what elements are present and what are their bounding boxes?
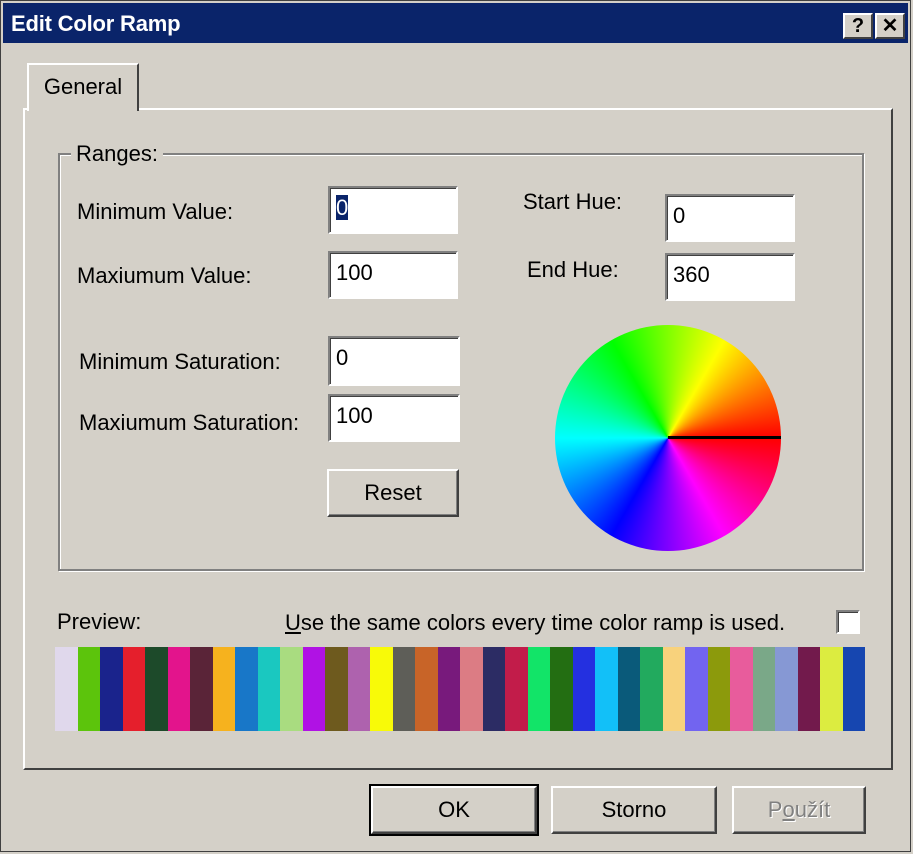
preview-swatch (595, 647, 618, 731)
ok-button[interactable]: OK (369, 784, 539, 836)
preview-swatch (257, 647, 280, 731)
apply-text-2: užít (794, 797, 831, 822)
preview-swatch (280, 647, 303, 731)
maximum-value-label: Maxiumum Value: (77, 263, 252, 288)
minimum-saturation-input[interactable]: 0 (328, 336, 460, 386)
preview-swatch (460, 647, 483, 731)
close-button[interactable]: ✕ (875, 13, 905, 39)
start-hue-input[interactable]: 0 (665, 194, 795, 242)
preview-swatch (662, 647, 685, 731)
maximum-value-input[interactable]: 100 (328, 251, 458, 299)
preview-label: Preview: (57, 609, 142, 634)
preview-swatch (235, 647, 258, 731)
preview-swatch (347, 647, 370, 731)
apply-button[interactable]: Použít (732, 786, 866, 834)
preview-swatch (572, 647, 595, 731)
apply-mnemonic: o (782, 797, 795, 822)
preview-swatch (145, 647, 168, 731)
color-ramp-preview (55, 647, 865, 731)
reset-button[interactable]: Reset (327, 469, 459, 517)
preview-swatch (820, 647, 843, 731)
preview-swatch (370, 647, 393, 731)
same-colors-checkbox[interactable] (836, 610, 860, 634)
apply-text-1: P (767, 797, 783, 822)
preview-swatch (685, 647, 708, 731)
end-hue-input[interactable]: 360 (665, 253, 795, 301)
preview-swatch (437, 647, 460, 731)
close-icon: ✕ (881, 15, 899, 37)
preview-swatch (842, 647, 865, 731)
minimum-value-text: 0 (336, 195, 349, 220)
preview-swatch (730, 647, 753, 731)
preview-swatch (212, 647, 235, 731)
preview-swatch (707, 647, 730, 731)
edit-color-ramp-dialog: Edit Color Ramp ? ✕ General Ranges: Mini… (0, 0, 911, 852)
start-hue-label: Start Hue: (523, 189, 623, 214)
preview-swatch (122, 647, 145, 731)
preview-swatch (302, 647, 325, 731)
hue-wheel[interactable] (555, 325, 781, 551)
preview-swatch (392, 647, 415, 731)
preview-swatch (752, 647, 775, 731)
preview-swatch (640, 647, 663, 731)
window-title: Edit Color Ramp (11, 11, 181, 36)
maximum-saturation-label: Maxiumum Saturation: (79, 410, 300, 435)
end-hue-label: End Hue: (527, 257, 619, 282)
preview-swatch (550, 647, 573, 731)
preview-swatch (167, 647, 190, 731)
minimum-value-label: Minimum Value: (77, 199, 234, 224)
same-colors-text: se the same colors every time color ramp… (300, 610, 786, 635)
preview-swatch (617, 647, 640, 731)
preview-swatch (797, 647, 820, 731)
tab-general[interactable]: General (27, 63, 139, 111)
same-colors-label: Use the same colors every time color ram… (285, 610, 785, 636)
preview-swatch (527, 647, 550, 731)
hue-start-marker (668, 436, 781, 439)
preview-swatch (325, 647, 348, 731)
preview-swatch (77, 647, 100, 731)
maximum-saturation-input[interactable]: 100 (328, 394, 460, 442)
preview-swatch (55, 647, 78, 731)
preview-swatch (482, 647, 505, 731)
help-button[interactable]: ? (843, 13, 873, 39)
preview-swatch (415, 647, 438, 731)
minimum-saturation-label: Minimum Saturation: (79, 349, 281, 374)
preview-swatch (100, 647, 123, 731)
preview-swatch (505, 647, 528, 731)
preview-swatch (775, 647, 798, 731)
minimum-value-input[interactable]: 0 (328, 186, 458, 234)
ranges-legend: Ranges: (71, 141, 163, 167)
title-bar[interactable]: Edit Color Ramp ? ✕ (3, 3, 908, 43)
help-icon: ? (851, 15, 865, 37)
preview-swatch (190, 647, 213, 731)
same-colors-mnemonic: U (285, 610, 301, 635)
cancel-button[interactable]: Storno (551, 786, 717, 834)
